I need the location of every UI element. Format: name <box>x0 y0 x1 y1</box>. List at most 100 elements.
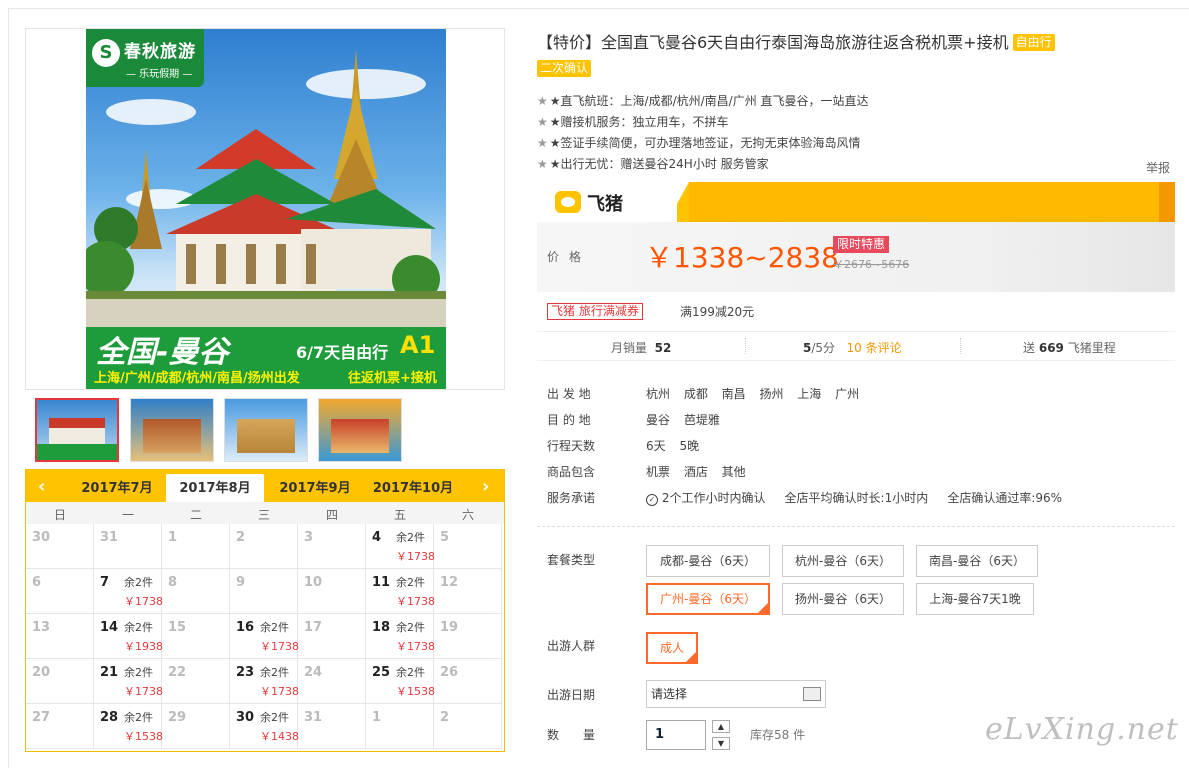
calendar-day: 2 <box>434 704 502 749</box>
day-number: 7 <box>100 575 110 590</box>
tab-month-3[interactable]: 2017年9月 <box>266 474 364 502</box>
thumbnail-2[interactable] <box>130 398 214 462</box>
date-placeholder: 请选择 <box>651 687 688 701</box>
day-stock: 余2件 <box>396 621 425 634</box>
tab-month-4[interactable]: 2017年10月 <box>364 474 462 502</box>
feature-item: ★ ★出行无忧：赠送曼谷24H小时 服务管家 <box>537 157 769 171</box>
calendar-weekdays: 日 一 二 三 四 五 六 <box>26 502 504 524</box>
crowd-label: 出游人群 <box>547 639 596 653</box>
package-option[interactable]: 上海-曼谷7天1晚 <box>916 583 1034 615</box>
calendar-day-available[interactable]: 14 余2件 ￥1938 <box>94 614 163 659</box>
trip-length: 6天 5晚 <box>646 439 700 453</box>
calendar-day-available[interactable]: 11 余2件 ￥1738 <box>366 569 435 614</box>
package-option[interactable]: 扬州-曼谷（6天） <box>782 583 904 615</box>
promo-badge: 限时特惠 <box>833 236 890 253</box>
calendar-day-available[interactable]: 25 余2件 ￥1538 <box>366 659 435 704</box>
calendar-day: 3 <box>298 524 366 569</box>
calendar-day-available[interactable]: 23 余2件 ￥1738 <box>230 659 299 704</box>
day-number: 6 <box>32 575 42 590</box>
calendar-day: 31 <box>94 524 162 569</box>
calendar-day: 29 <box>162 704 230 749</box>
calendar-day: 2 <box>230 524 298 569</box>
day-price: ￥1938 <box>124 640 163 653</box>
monthly-sales: 月销量 52 <box>611 341 672 355</box>
divider <box>537 526 1175 527</box>
calendar-day-available[interactable]: 18 余2件 ￥1738 <box>366 614 435 659</box>
departure-calendar: ‹ 2017年7月 2017年8月 2017年9月 2017年10月 › 日 一… <box>25 469 505 752</box>
calendar-day: 27 <box>26 704 94 749</box>
calendar-day: 17 <box>298 614 366 659</box>
report-link[interactable]: 举报 <box>1146 159 1170 176</box>
day-stock: 余2件 <box>260 666 289 679</box>
package-includes: 机票 酒店 其他 <box>646 465 746 479</box>
crowd-option-adult[interactable]: 成人 <box>646 632 698 664</box>
calendar-day-available[interactable]: 4 余2件 ￥1738 <box>366 524 435 569</box>
tab-month-1[interactable]: 2017年7月 <box>68 474 166 502</box>
calendar-day: 12 <box>434 569 502 614</box>
calendar-day: 6 <box>26 569 94 614</box>
calendar-day: 13 <box>26 614 94 659</box>
feature-item: ★ ★赠接机服务：独立用车，不拼车 <box>537 115 729 129</box>
day-price: ￥1738 <box>124 685 163 698</box>
day-number: 26 <box>440 665 459 680</box>
increment-icon[interactable]: ▲ <box>712 720 730 733</box>
day-number: 5 <box>440 530 450 545</box>
day-number: 1 <box>372 710 382 725</box>
package-option[interactable]: 南昌-曼谷（6天） <box>916 545 1038 577</box>
calendar-day-available[interactable]: 28 余2件 ￥1538 <box>94 704 163 749</box>
calendar-day-available[interactable]: 30 余2件 ￥1438 <box>230 704 299 749</box>
package-option-selected[interactable]: 广州-曼谷（6天） <box>646 583 770 615</box>
calendar-icon[interactable] <box>803 687 821 701</box>
day-number: 21 <box>100 665 119 680</box>
day-price: ￥1538 <box>124 730 163 743</box>
calendar-day: 19 <box>434 614 502 659</box>
miles-reward: 送 669 飞猪里程 <box>1023 341 1116 355</box>
weekday-label: 五 <box>393 508 406 522</box>
calendar-header: ‹ 2017年7月 2017年8月 2017年9月 2017年10月 › <box>26 470 504 502</box>
day-price: ￥1738 <box>260 640 299 653</box>
weekday-label: 二 <box>189 508 202 522</box>
day-number: 14 <box>100 620 119 635</box>
calendar-day: 10 <box>298 569 366 614</box>
tab-month-2[interactable]: 2017年8月 <box>166 474 264 502</box>
feature-item: ★ ★签证手续简便，可办理落地签证，无拘无束体验海岛风情 <box>537 136 861 150</box>
thumbnail-4[interactable] <box>318 398 402 462</box>
day-number: 3 <box>304 530 314 545</box>
info-label: 行程天数 <box>547 439 596 453</box>
coupon-badge[interactable]: 飞猪 旅行满减券 <box>547 303 643 320</box>
chevron-left-icon[interactable]: ‹ <box>38 476 45 497</box>
day-number: 27 <box>32 710 51 725</box>
day-number: 2 <box>440 710 450 725</box>
weekday-label: 一 <box>121 508 134 522</box>
stock-count: 库存58 件 <box>750 728 806 742</box>
weekday-label: 三 <box>257 508 270 522</box>
package-option[interactable]: 成都-曼谷（6天） <box>646 545 770 577</box>
chevron-right-icon[interactable]: › <box>482 476 489 497</box>
day-price: ￥1538 <box>396 685 435 698</box>
quantity-input[interactable]: 1 <box>646 720 706 750</box>
package-option[interactable]: 杭州-曼谷（6天） <box>782 545 904 577</box>
day-number: 15 <box>168 620 187 635</box>
travel-date-input[interactable]: 请选择 <box>646 680 826 708</box>
day-number: 8 <box>168 575 178 590</box>
weekday-label: 六 <box>461 508 474 522</box>
info-label: 出 发 地 <box>547 387 591 401</box>
day-number: 4 <box>372 530 382 545</box>
calendar-day-available[interactable]: 21 余2件 ￥1738 <box>94 659 163 704</box>
feature-text: ★直飞航班：上海/成都/杭州/南昌/广州 直飞曼谷，一站直达 <box>549 94 869 108</box>
reviews-link[interactable]: 10 条评论 <box>847 341 902 355</box>
day-stock: 余2件 <box>260 621 289 634</box>
decrement-icon[interactable]: ▼ <box>712 737 730 750</box>
thumbnail-3[interactable] <box>224 398 308 462</box>
sales-stats: 月销量 52 5/5分 10 条评论 送 669 飞猪里程 <box>537 331 1175 361</box>
calendar-day-available[interactable]: 16 余2件 ￥1738 <box>230 614 299 659</box>
service-item: 2个工作小时内确认 <box>661 491 766 505</box>
calendar-day-available[interactable]: 7 余2件 ￥1738 <box>94 569 163 614</box>
day-number: 19 <box>440 620 459 635</box>
price-box: 价格 ￥1338~2838 限时特惠 ￥2676~5676 <box>537 222 1175 292</box>
fliggy-face-icon <box>555 191 581 213</box>
product-hero-image[interactable]: S 春秋旅游 — 乐玩假期 — 全国-曼谷 6/7天自由行 A1 上海/广州/成… <box>25 28 505 390</box>
thumbnail-1[interactable] <box>35 398 119 462</box>
day-number: 2 <box>236 530 246 545</box>
product-title-text: 【特价】全国直飞曼谷6天自由行泰国海岛旅游往返含税机票+接机 <box>537 33 1009 52</box>
